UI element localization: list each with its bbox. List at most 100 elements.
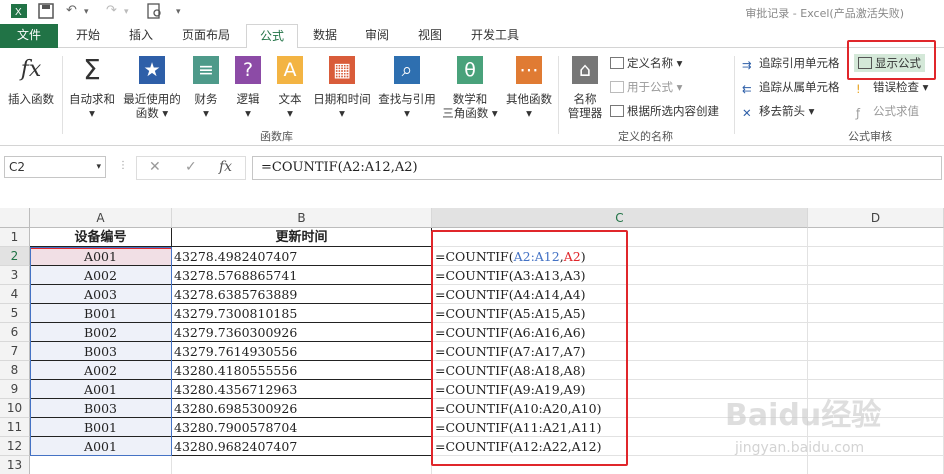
cell-update-time[interactable]: 43278.5768865741 <box>172 266 432 285</box>
recently-used-button[interactable]: ★ 最近使用的 函数 ▾ <box>120 52 184 126</box>
more-functions-button[interactable]: ⋯ 其他函数 ▾ <box>500 52 558 126</box>
name-box-dropdown-icon[interactable]: ▾ <box>96 157 101 177</box>
text-button[interactable]: A 文本 ▾ <box>270 52 310 126</box>
insert-function-button[interactable]: fx 插入函数 <box>2 52 60 126</box>
cell[interactable] <box>808 304 944 323</box>
column-header-a[interactable]: A <box>30 208 172 228</box>
lookup-reference-button[interactable]: ⌕ 查找与引用 ▾ <box>374 52 440 126</box>
cell-device-id[interactable]: B003 <box>30 399 172 418</box>
cell[interactable] <box>808 361 944 380</box>
financial-button[interactable]: ≡ 财务 ▾ <box>186 52 226 126</box>
header-cell-device-id[interactable]: 设备编号 <box>30 228 172 247</box>
cell-device-id[interactable]: B001 <box>30 418 172 437</box>
cell[interactable] <box>808 266 944 285</box>
cell-update-time[interactable]: 43280.6985300926 <box>172 399 432 418</box>
save-icon[interactable] <box>38 3 54 23</box>
tab-developer[interactable]: 开发工具 <box>458 24 532 48</box>
use-in-formula-button[interactable]: 用于公式 ▾ <box>610 78 682 96</box>
row-header[interactable]: 2 <box>0 247 30 266</box>
cell-update-time[interactable]: 43280.4356712963 <box>172 380 432 399</box>
cell-device-id[interactable]: B002 <box>30 323 172 342</box>
row-header[interactable]: 6 <box>0 323 30 342</box>
cell[interactable] <box>172 456 432 474</box>
tab-review[interactable]: 审阅 <box>352 24 402 48</box>
name-box[interactable]: C2 ▾ <box>4 156 106 178</box>
cell-update-time[interactable]: 43279.7360300926 <box>172 323 432 342</box>
cell-device-id[interactable]: A001 <box>30 437 172 456</box>
cell-device-id[interactable]: A001 <box>30 380 172 399</box>
cell-device-id[interactable]: A003 <box>30 285 172 304</box>
tab-data[interactable]: 数据 <box>300 24 350 48</box>
print-preview-icon[interactable] <box>146 3 164 23</box>
cell-device-id[interactable]: B003 <box>30 342 172 361</box>
cell[interactable] <box>808 285 944 304</box>
cell-update-time[interactable]: 43280.7900578704 <box>172 418 432 437</box>
date-time-button[interactable]: ▦ 日期和时间 ▾ <box>310 52 374 126</box>
cell[interactable] <box>30 456 172 474</box>
math-trig-button[interactable]: θ 数学和 三角函数 ▾ <box>440 52 500 126</box>
undo-dropdown-icon[interactable]: ▾ <box>84 7 89 17</box>
row-header[interactable]: 1 <box>0 228 30 247</box>
fx-icon[interactable]: fx <box>219 159 232 175</box>
header-cell-update-time[interactable]: 更新时间 <box>172 228 432 247</box>
redo-dropdown-icon[interactable]: ▾ <box>124 7 129 17</box>
row-header[interactable]: 12 <box>0 437 30 456</box>
evaluate-formula-button[interactable]: ƒ 公式求值 <box>856 102 919 120</box>
row-header[interactable]: 5 <box>0 304 30 323</box>
remove-arrows-button[interactable]: ✕ 移去箭头 ▾ <box>742 102 814 120</box>
row-header[interactable]: 9 <box>0 380 30 399</box>
trace-precedents-button[interactable]: ⇉ 追踪引用单元格 <box>742 54 840 72</box>
row-header[interactable]: 13 <box>0 456 30 474</box>
row-header[interactable]: 3 <box>0 266 30 285</box>
cell[interactable] <box>808 342 944 361</box>
redo-icon[interactable]: ↷ <box>106 3 117 18</box>
column-header-b[interactable]: B <box>172 208 432 228</box>
row-header[interactable]: 7 <box>0 342 30 361</box>
cell-update-time[interactable]: 43278.4982407407 <box>172 247 432 266</box>
autosum-button[interactable]: Σ 自动求和 ▾ <box>64 52 120 126</box>
cell[interactable] <box>808 228 944 247</box>
undo-icon[interactable]: ↶ <box>66 3 77 18</box>
tab-home[interactable]: 开始 <box>62 24 114 48</box>
column-header-d[interactable]: D <box>808 208 944 228</box>
trace-dependents-button[interactable]: ⇇ 追踪从属单元格 <box>742 78 840 96</box>
excel-icon: X <box>10 3 28 23</box>
define-name-button[interactable]: 定义名称 ▾ <box>610 54 682 72</box>
error-check-button[interactable]: ! 错误检查 ▾ <box>856 78 928 96</box>
cancel-icon[interactable]: ✕ <box>149 159 161 175</box>
customize-qat-icon[interactable]: ▾ <box>176 7 181 17</box>
cell-update-time[interactable]: 43279.7300810185 <box>172 304 432 323</box>
cell-device-id[interactable]: A002 <box>30 266 172 285</box>
cell-update-time[interactable]: 43278.6385763889 <box>172 285 432 304</box>
name-manager-button[interactable]: ⌂ 名称 管理器 <box>562 52 608 126</box>
cell-device-id[interactable]: A002 <box>30 361 172 380</box>
row-header[interactable]: 8 <box>0 361 30 380</box>
selection-marker <box>30 247 172 266</box>
tab-formulas[interactable]: 公式 <box>246 24 298 49</box>
tab-file[interactable]: 文件 <box>0 24 58 48</box>
logical-button[interactable]: ? 逻辑 ▾ <box>228 52 268 126</box>
row-header[interactable]: 11 <box>0 418 30 437</box>
formula-column-highlight <box>431 230 628 466</box>
cell-update-time[interactable]: 43280.4180555556 <box>172 361 432 380</box>
create-from-selection-icon <box>610 105 624 117</box>
cell[interactable] <box>808 247 944 266</box>
tab-insert[interactable]: 插入 <box>116 24 166 48</box>
formula-input[interactable]: =COUNTIF(A2:A12,A2) <box>252 156 942 180</box>
column-header-c[interactable]: C <box>432 208 808 228</box>
create-from-selection-button[interactable]: 根据所选内容创建 <box>610 102 719 120</box>
cell[interactable] <box>808 456 944 474</box>
cell[interactable] <box>808 323 944 342</box>
group-label-defined-names: 定义的名称 <box>618 130 673 143</box>
cell-device-id[interactable]: B001 <box>30 304 172 323</box>
select-all-corner[interactable] <box>0 208 30 228</box>
tab-view[interactable]: 视图 <box>404 24 456 48</box>
enter-icon[interactable]: ✓ <box>185 159 197 175</box>
cell-update-time[interactable]: 43279.7614930556 <box>172 342 432 361</box>
tab-page-layout[interactable]: 页面布局 <box>168 24 244 48</box>
formula-bar: C2 ▾ ⋮ ✕ ✓ fx =COUNTIF(A2:A12,A2) <box>0 152 944 184</box>
row-header[interactable]: 10 <box>0 399 30 418</box>
row-header[interactable]: 4 <box>0 285 30 304</box>
cell-update-time[interactable]: 43280.9682407407 <box>172 437 432 456</box>
show-formulas-highlight <box>847 40 936 80</box>
